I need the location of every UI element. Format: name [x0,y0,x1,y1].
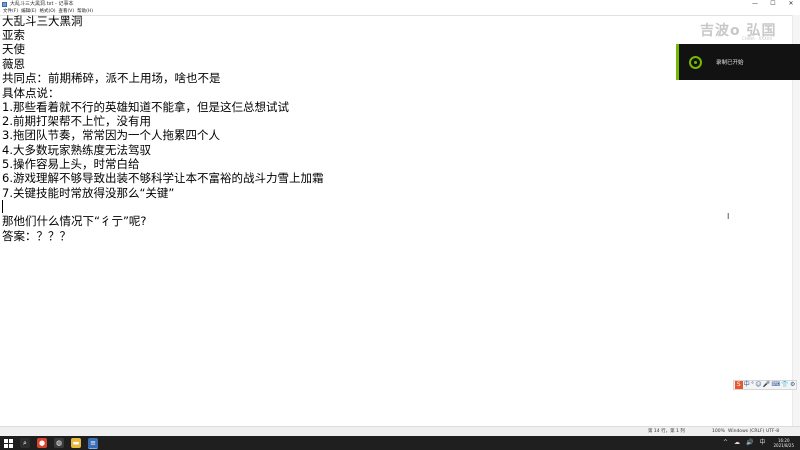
toast-accent-bar [676,44,679,80]
ime-skin-icon[interactable]: 👕 [781,381,788,389]
windows-start-icon[interactable] [4,438,13,448]
taskbar: ⌕ ● ◍ ▬ ≡ ^ ☁ 🔊 中 16:20 2021/8/25 [0,436,800,450]
text-line: 具体点说： [2,86,60,100]
text-line: 3.拖团队节奏，常常因为一个人拖累四个人 [2,128,220,142]
close-button[interactable]: ✕ [782,0,800,8]
watermark-subtext: CHINA · XXXXX [742,36,773,41]
clock-date: 2021/8/25 [773,443,794,448]
text-line: 4.大多数玩家熟练度无法驾驭 [2,143,151,157]
text-line: 大乱斗三大黑洞 [2,14,83,28]
text-line: 1.那些看着就不行的英雄知道不能拿，但是这仨总想试试 [2,100,289,114]
text-line: 答案：？？？ [2,229,71,243]
status-bar: 第 14 行，第 1 列 100% Windows (CRLF) UTF-8 [0,426,800,436]
cloud-icon[interactable]: ☁ [734,436,740,450]
text-line: 亚索 [2,28,25,42]
text-line: 共同点：前期稀碎，派不上用场，啥也不是 [2,71,221,85]
window-title: 大乱斗三大黑洞.txt - 记事本 [10,1,74,7]
sogou-logo-icon[interactable]: S [734,381,743,389]
text-line: 7.关键技能时常放得没那么“关键” [2,186,175,200]
tray-overflow-icon[interactable]: ^ [723,436,728,450]
cursor-position: 第 14 行，第 1 列 [648,429,685,434]
search-icon[interactable]: ⌕ [20,438,30,448]
recording-notification: 录制已开始 [676,44,800,80]
text-line: 天使 [2,42,25,56]
ime-chinese-mode-icon[interactable]: 中 [744,381,750,389]
ime-toolbar: S 中 ° ☺ 🎤 ⌨ 👕 ⚙ [733,380,797,390]
clock[interactable]: 16:20 2021/8/25 [773,438,794,448]
text-line: 2.前期打架帮不上忙，没有用 [2,114,151,128]
ime-punctuation-icon[interactable]: ° [751,381,754,389]
ime-settings-icon[interactable]: ⚙ [790,381,795,389]
text-caret [2,200,3,213]
text-line: 6.游戏理解不够导致出装不够科学让本不富裕的战斗力雪上加霜 [2,171,324,185]
text-line: 那他们什么情况下“彳亍”呢? [2,214,147,228]
volume-icon[interactable]: 🔊 [746,436,753,450]
notepad-app-icon [2,1,7,7]
title-bar: 大乱斗三大黑洞.txt - 记事本 — ☐ ✕ [0,0,800,8]
encoding: UTF-8 [766,429,780,434]
input-language-icon[interactable]: 中 [759,436,765,450]
maximize-button[interactable]: ☐ [764,0,782,8]
notepad-icon[interactable]: ≡ [88,437,98,449]
ime-keyboard-icon[interactable]: ⌨ [771,381,780,389]
window-controls: — ☐ ✕ [746,0,800,8]
record-icon [689,55,702,69]
recording-status-text: 录制已开始 [716,60,744,66]
mouse-ibeam-cursor-icon: I [727,212,730,221]
ime-voice-icon[interactable]: 🎤 [763,381,770,389]
text-line: 5.操作容易上头，时常白给 [2,157,140,171]
zoom-level: 100% [712,429,725,434]
browser-icon[interactable]: ● [37,438,47,448]
system-tray: ^ ☁ 🔊 中 16:20 2021/8/25 [717,436,794,450]
menu-bar: 文件(F) 编辑(E) 格式(O) 查看(V) 帮助(H) [0,8,800,15]
minimize-button[interactable]: — [746,0,764,8]
text-line: 薇恩 [2,57,25,71]
line-ending: Windows (CRLF) [728,429,765,434]
folder-icon[interactable]: ▬ [71,438,81,448]
app-icon[interactable]: ◍ [54,438,64,448]
ime-emoji-icon[interactable]: ☺ [755,381,761,389]
